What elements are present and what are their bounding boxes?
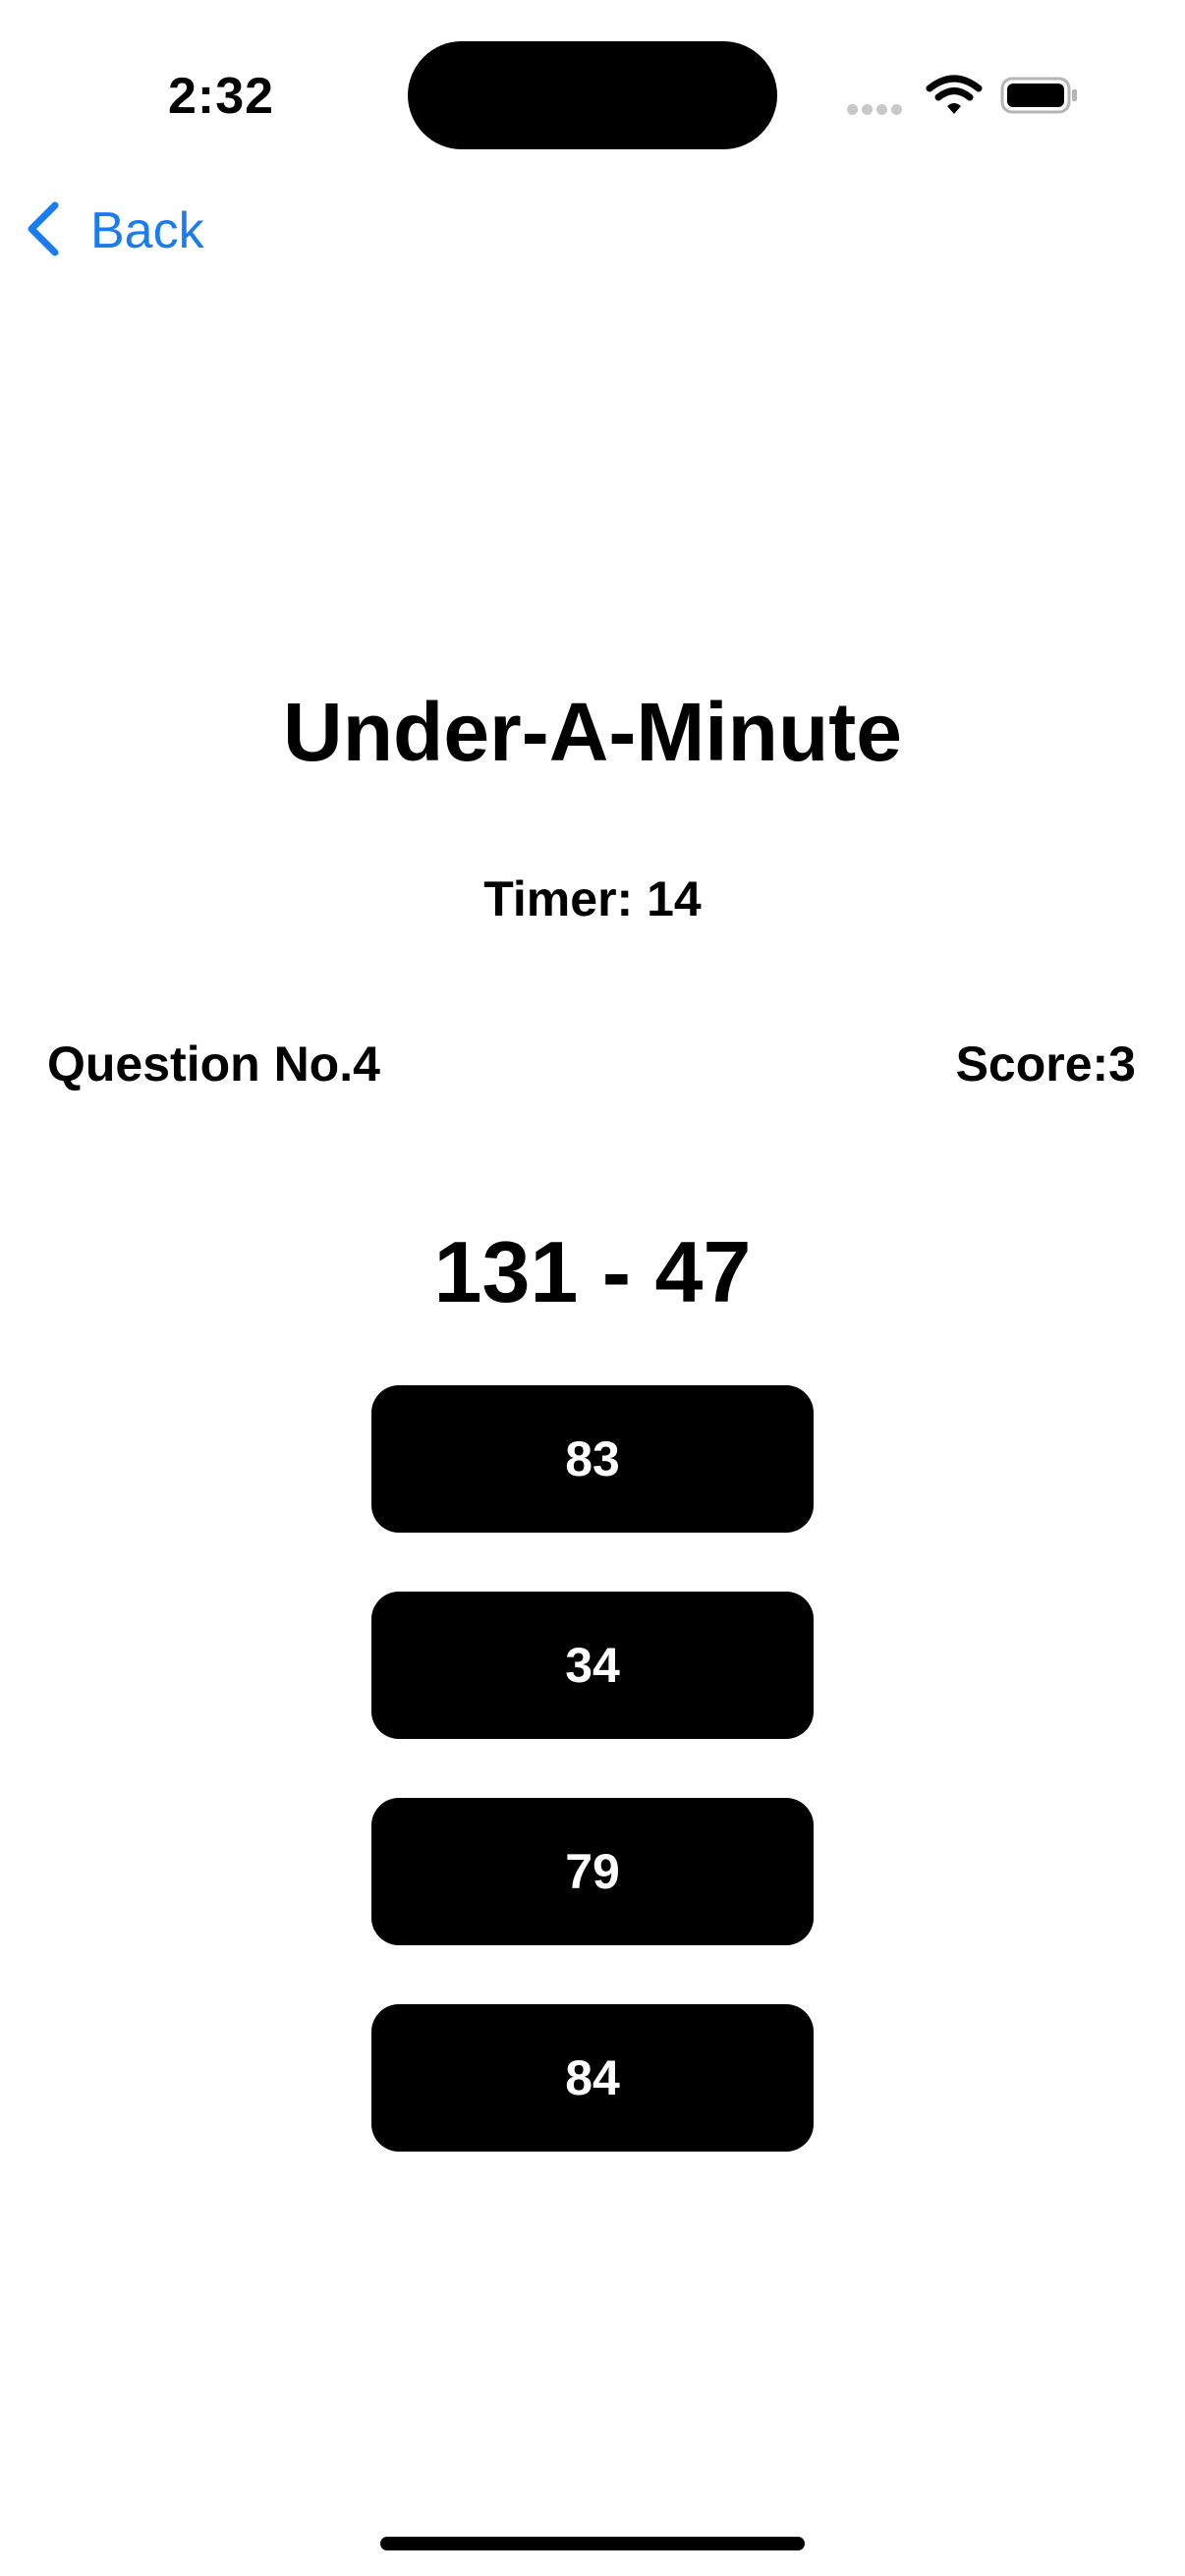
- question-number: Question No.4: [47, 1036, 380, 1092]
- back-label: Back: [90, 202, 204, 259]
- dynamic-island: [408, 41, 777, 149]
- answer-button-2[interactable]: 34: [371, 1592, 814, 1739]
- answer-button-1[interactable]: 83: [371, 1385, 814, 1533]
- battery-icon: [1000, 75, 1079, 116]
- cellular-signal-icon: [847, 102, 908, 116]
- timer-label: Timer: 14: [483, 871, 702, 926]
- status-time: 2:32: [167, 68, 275, 125]
- home-indicator[interactable]: [380, 2537, 805, 2550]
- game-title: Under-A-Minute: [283, 686, 902, 778]
- math-problem: 131 - 47: [433, 1223, 752, 1320]
- answer-button-3[interactable]: 79: [371, 1798, 814, 1945]
- back-button[interactable]: Back: [22, 196, 204, 265]
- answer-button-4[interactable]: 84: [371, 2004, 814, 2152]
- score-label: Score:3: [955, 1036, 1136, 1092]
- wifi-icon: [926, 75, 983, 116]
- chevron-left-icon: [22, 199, 65, 263]
